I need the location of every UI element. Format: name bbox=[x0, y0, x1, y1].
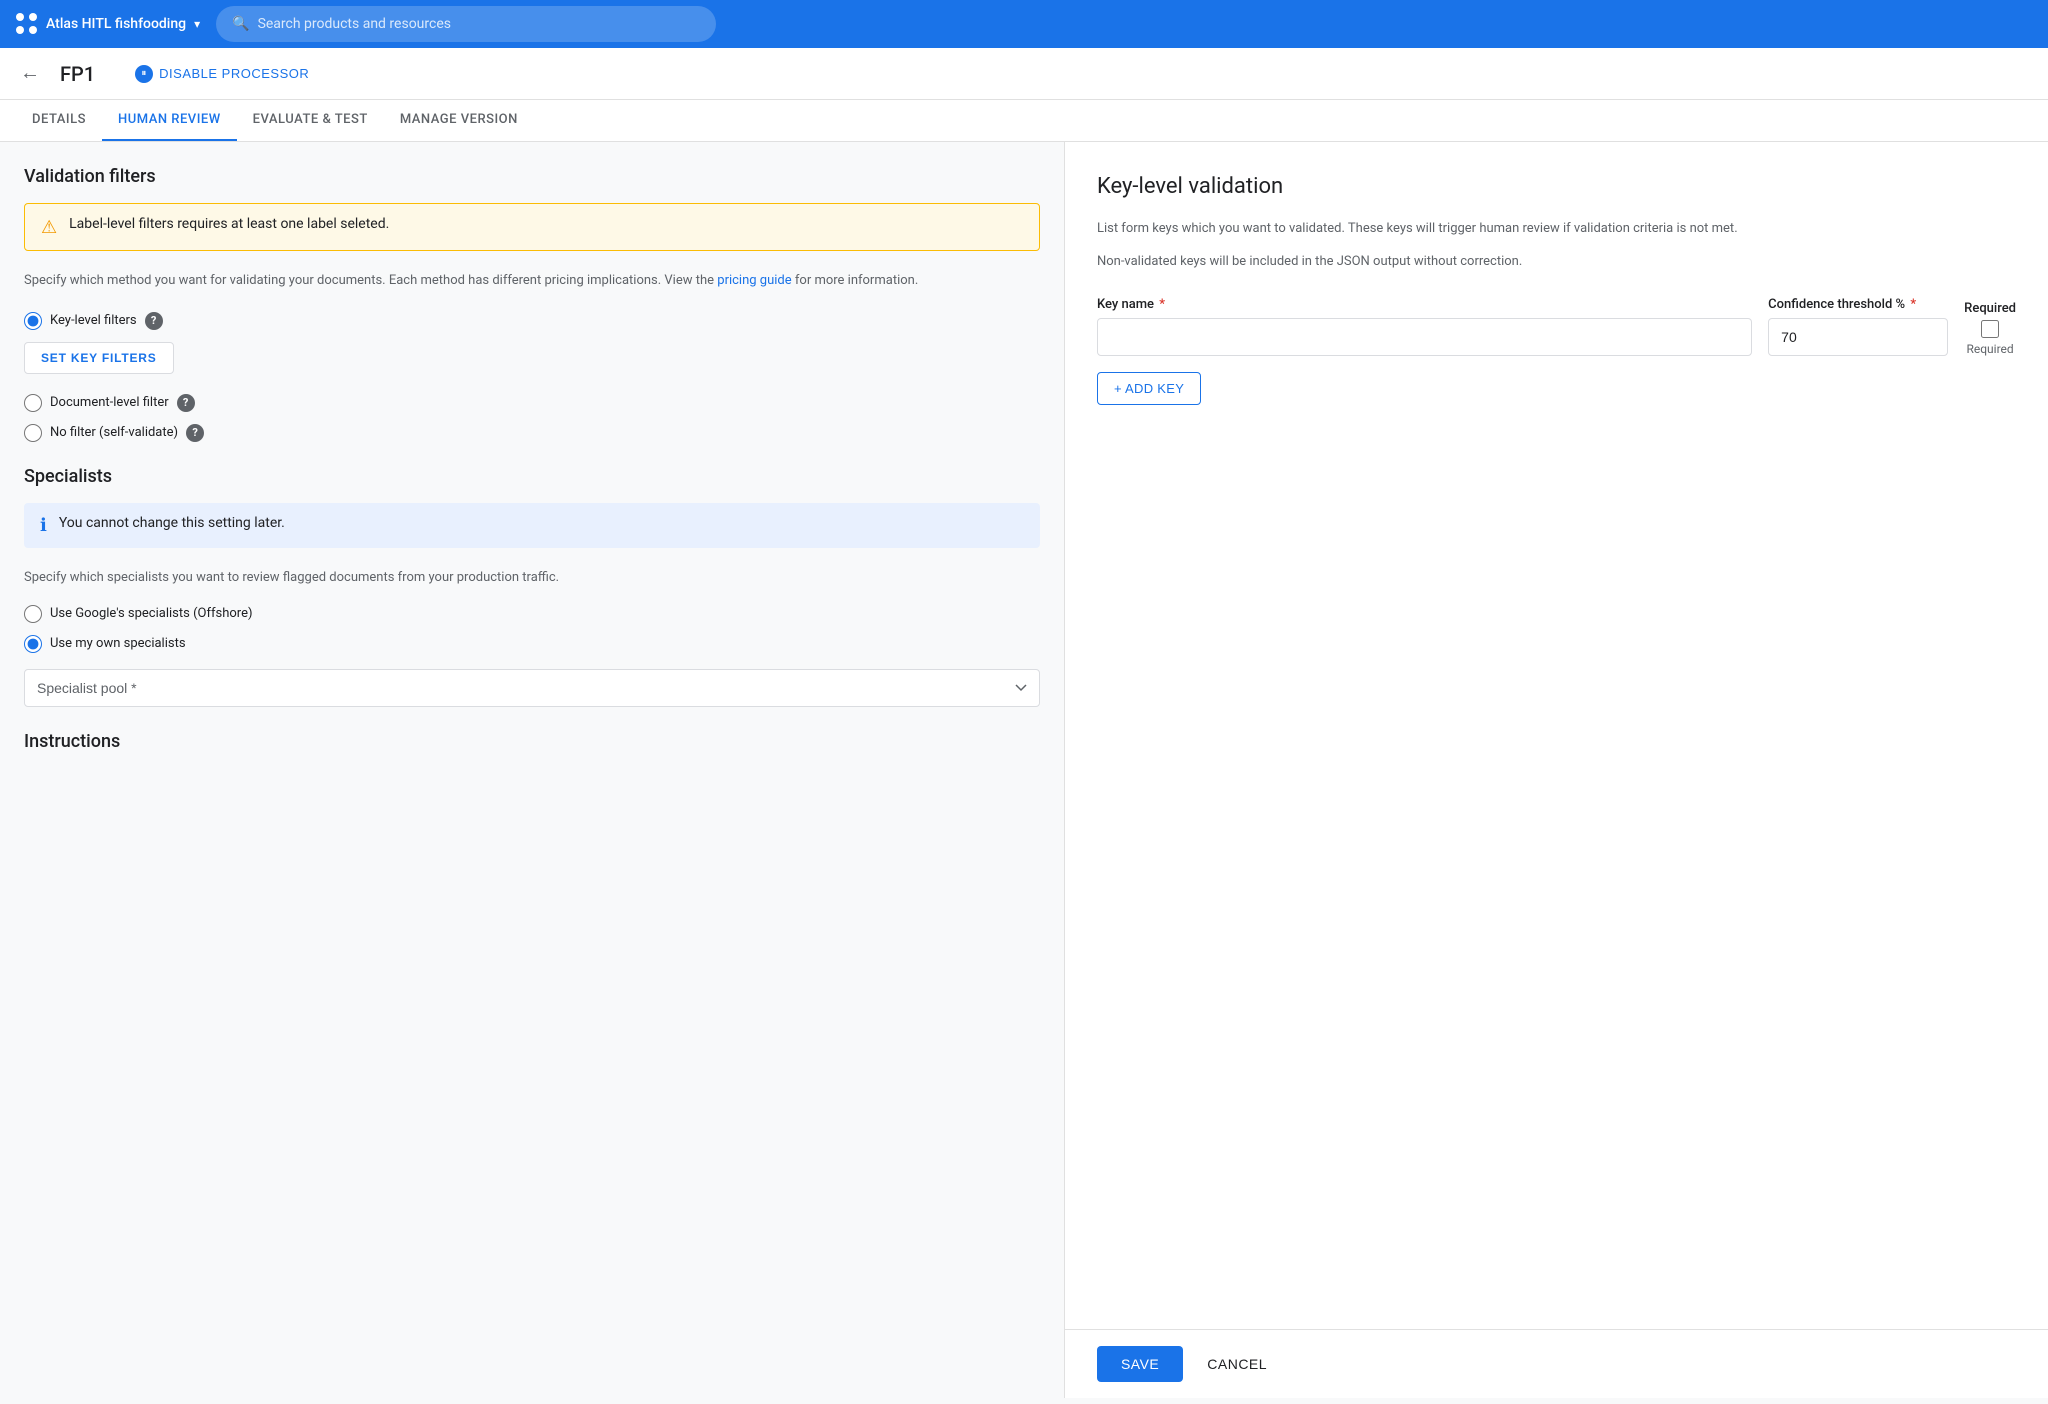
disable-icon: ⏸ bbox=[135, 65, 153, 83]
required-checkbox-label: Required bbox=[1966, 342, 2013, 356]
info-icon: ℹ bbox=[40, 515, 47, 536]
specialist-pool-select[interactable]: Specialist pool * bbox=[24, 669, 1040, 707]
right-panel: Key-level validation List form keys whic… bbox=[1065, 142, 2048, 1398]
top-navigation: Atlas HITL fishfooding ▾ 🔍 Search produc… bbox=[0, 0, 2048, 48]
radio-no-filter-label: No filter (self-validate) bbox=[50, 425, 178, 440]
key-level-help-icon[interactable]: ? bbox=[145, 312, 163, 330]
cancel-button[interactable]: CANCEL bbox=[1191, 1346, 1283, 1382]
radio-key-level-input[interactable] bbox=[24, 312, 42, 330]
add-key-button[interactable]: + ADD KEY bbox=[1097, 372, 1201, 405]
panel-description-1: List form keys which you want to validat… bbox=[1097, 219, 2016, 240]
tab-human-review[interactable]: HUMAN REVIEW bbox=[102, 100, 237, 141]
document-level-help-icon[interactable]: ? bbox=[177, 394, 195, 412]
search-bar[interactable]: 🔍 Search products and resources bbox=[216, 6, 716, 42]
pricing-guide-link[interactable]: pricing guide bbox=[717, 273, 791, 288]
secondary-navigation: ← FP1 ⏸ DISABLE PROCESSOR bbox=[0, 48, 2048, 100]
validation-radio-group: Key-level filters ? bbox=[24, 312, 1040, 330]
app-logo[interactable]: Atlas HITL fishfooding ▾ bbox=[16, 13, 200, 35]
required-checkbox[interactable] bbox=[1981, 320, 1999, 338]
warning-icon: ⚠ bbox=[41, 217, 57, 238]
radio-no-filter[interactable]: No filter (self-validate) ? bbox=[24, 424, 1040, 442]
info-banner: ℹ You cannot change this setting later. bbox=[24, 503, 1040, 548]
specialists-description: Specify which specialists you want to re… bbox=[24, 568, 1040, 589]
left-panel: Validation filters ⚠ Label-level filters… bbox=[0, 142, 1065, 1398]
disable-processor-button[interactable]: ⏸ DISABLE PROCESSOR bbox=[135, 65, 309, 83]
info-message: You cannot change this setting later. bbox=[59, 515, 285, 531]
search-icon: 🔍 bbox=[232, 16, 249, 32]
panel-content: Key-level validation List form keys whic… bbox=[1065, 142, 2048, 1329]
search-placeholder: Search products and resources bbox=[258, 16, 451, 32]
logo-dots bbox=[16, 13, 38, 35]
panel-description-2: Non-validated keys will be included in t… bbox=[1097, 252, 2016, 273]
specialists-section: Specialists ℹ You cannot change this set… bbox=[24, 466, 1040, 707]
other-radio-group: Document-level filter ? No filter (self-… bbox=[24, 394, 1040, 442]
instructions-title: Instructions bbox=[24, 731, 1040, 752]
radio-document-level-label: Document-level filter bbox=[50, 395, 169, 410]
form-row: Key name * Confidence threshold % * Requ… bbox=[1097, 297, 2016, 356]
radio-no-filter-input[interactable] bbox=[24, 424, 42, 442]
key-name-group: Key name * bbox=[1097, 297, 1752, 356]
validation-filters-section: Validation filters ⚠ Label-level filters… bbox=[24, 166, 1040, 442]
confidence-required-asterisk: * bbox=[1907, 297, 1916, 312]
back-button[interactable]: ← bbox=[16, 58, 44, 89]
chevron-down-icon[interactable]: ▾ bbox=[194, 17, 200, 31]
confidence-group: Confidence threshold % * bbox=[1768, 297, 1948, 356]
tab-manage-version[interactable]: MANAGE VERSION bbox=[384, 100, 534, 141]
key-name-required-asterisk: * bbox=[1156, 297, 1165, 312]
panel-title: Key-level validation bbox=[1097, 174, 2016, 199]
radio-key-level[interactable]: Key-level filters ? bbox=[24, 312, 1040, 330]
no-filter-help-icon[interactable]: ? bbox=[186, 424, 204, 442]
warning-banner: ⚠ Label-level filters requires at least … bbox=[24, 203, 1040, 251]
page-title: FP1 bbox=[60, 62, 95, 86]
validation-filters-title: Validation filters bbox=[24, 166, 1040, 187]
key-name-input[interactable] bbox=[1097, 318, 1752, 356]
radio-own-specialists-label: Use my own specialists bbox=[50, 636, 186, 651]
specialist-pool-wrapper: Specialist pool * bbox=[24, 669, 1040, 707]
radio-key-level-label: Key-level filters bbox=[50, 313, 137, 328]
required-group: Required Required bbox=[1964, 297, 2016, 356]
required-column-label: Required bbox=[1964, 301, 2016, 316]
instructions-section: Instructions bbox=[24, 731, 1040, 752]
key-name-label: Key name * bbox=[1097, 297, 1752, 312]
specialist-pool-field: Specialist pool * bbox=[24, 669, 1040, 707]
radio-own-specialists-input[interactable] bbox=[24, 635, 42, 653]
disable-processor-label: DISABLE PROCESSOR bbox=[159, 66, 309, 81]
specialists-radio-group: Use Google's specialists (Offshore) Use … bbox=[24, 605, 1040, 653]
radio-document-level[interactable]: Document-level filter ? bbox=[24, 394, 1040, 412]
validation-description: Specify which method you want for valida… bbox=[24, 271, 1040, 292]
radio-google-offshore[interactable]: Use Google's specialists (Offshore) bbox=[24, 605, 1040, 623]
specialists-title: Specialists bbox=[24, 466, 1040, 487]
radio-own-specialists[interactable]: Use my own specialists bbox=[24, 635, 1040, 653]
radio-google-offshore-label: Use Google's specialists (Offshore) bbox=[50, 606, 252, 621]
radio-document-level-input[interactable] bbox=[24, 394, 42, 412]
tab-evaluate-test[interactable]: EVALUATE & TEST bbox=[237, 100, 384, 141]
radio-google-offshore-input[interactable] bbox=[24, 605, 42, 623]
key-form: Key name * Confidence threshold % * Requ… bbox=[1097, 297, 2016, 405]
save-button[interactable]: SAVE bbox=[1097, 1346, 1183, 1382]
app-name: Atlas HITL fishfooding bbox=[46, 16, 186, 32]
confidence-input[interactable] bbox=[1768, 318, 1948, 356]
panel-footer: SAVE CANCEL bbox=[1065, 1329, 2048, 1398]
set-key-filters-button[interactable]: SET KEY FILTERS bbox=[24, 342, 174, 374]
confidence-label: Confidence threshold % * bbox=[1768, 297, 1948, 312]
warning-message: Label-level filters requires at least on… bbox=[69, 216, 389, 232]
tab-details[interactable]: DETAILS bbox=[16, 100, 102, 141]
tab-bar: DETAILS HUMAN REVIEW EVALUATE & TEST MAN… bbox=[0, 100, 2048, 142]
main-layout: Validation filters ⚠ Label-level filters… bbox=[0, 142, 2048, 1398]
